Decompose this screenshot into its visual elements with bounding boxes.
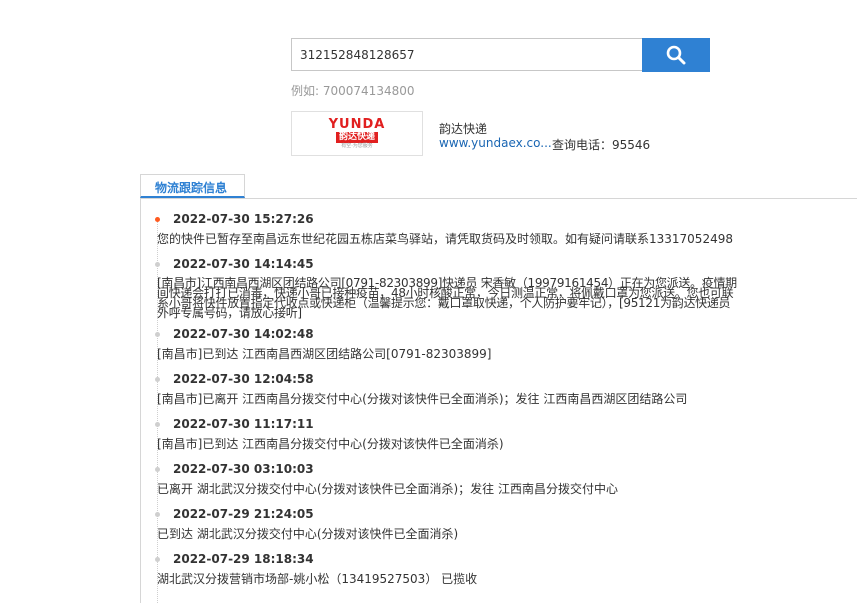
example-hint: 例如: 700074134800 — [291, 82, 415, 99]
logo-subtext: 韵达快递 — [335, 132, 378, 143]
entry-context: [南昌市]已到达 江西南昌西湖区团结路公司[0791-82303899] — [157, 347, 492, 361]
example-value: 700074134800 — [322, 84, 415, 98]
entry-context: [南昌市]已到达 江西南昌分拨交付中心(分拨对该快件已全面消杀) — [157, 437, 504, 451]
tab-label: 物流跟踪信息 — [155, 181, 228, 195]
timeline-dot — [155, 217, 160, 222]
tracking-number-input[interactable] — [291, 38, 643, 71]
timeline-dot — [155, 512, 160, 517]
company-phone: 查询电话：95546 — [552, 138, 651, 152]
entry-time: 2022-07-30 14:14:45 — [173, 257, 314, 271]
tab-bar: 物流跟踪信息 — [140, 174, 857, 199]
entry-context: 湖北武汉分拨营销市场部-姚小松（13419527503） 已揽收 — [157, 572, 478, 586]
logo-text: YUNDA — [328, 117, 386, 132]
timeline-dot — [155, 377, 160, 382]
entry-context: [南昌市]已离开 江西南昌分拨交付中心(分拨对该快件已全面消杀)；发往 江西南昌… — [157, 392, 688, 406]
example-label: 例如: — [291, 84, 320, 98]
logo-slogan: 有空·为您服务 — [341, 143, 373, 149]
search-button[interactable] — [642, 38, 710, 72]
entry-time: 2022-07-30 15:27:26 — [173, 212, 314, 226]
entry-time: 2022-07-29 21:24:05 — [173, 507, 314, 521]
entry-time: 2022-07-29 18:18:34 — [173, 552, 314, 566]
timeline-dot — [155, 262, 160, 267]
company-name: 韵达快递 — [439, 122, 488, 136]
company-logo: YUNDA 韵达快递 有空·为您服务 — [291, 111, 423, 156]
timeline-dot — [155, 557, 160, 562]
entry-time: 2022-07-30 11:17:11 — [173, 417, 314, 431]
entry-time: 2022-07-30 03:10:03 — [173, 462, 314, 476]
timeline-dot — [155, 332, 160, 337]
entry-context: 您的快件已暂存至南昌远东世纪花园五栋店菜鸟驿站，请凭取货码及时领取。如有疑问请联… — [157, 232, 733, 246]
entry-context: 已离开 湖北武汉分拨交付中心(分拨对该快件已全面消杀)；发往 江西南昌分拨交付中… — [157, 482, 618, 496]
timeline-dot — [155, 467, 160, 472]
company-website-link[interactable]: www.yundaex.co... — [439, 136, 552, 150]
entry-context: [南昌市]江西南昌西湖区团结路公司[0791-82303899]快递员 宋香敏（… — [157, 276, 737, 320]
search-icon — [666, 45, 686, 65]
timeline-dot — [155, 422, 160, 427]
entry-time: 2022-07-30 14:02:48 — [173, 327, 314, 341]
panel-left-border — [140, 198, 141, 603]
tab-tracking-info[interactable]: 物流跟踪信息 — [140, 174, 245, 198]
entry-time: 2022-07-30 12:04:58 — [173, 372, 314, 386]
entry-context: 已到达 湖北武汉分拨交付中心(分拨对该快件已全面消杀) — [157, 527, 459, 541]
